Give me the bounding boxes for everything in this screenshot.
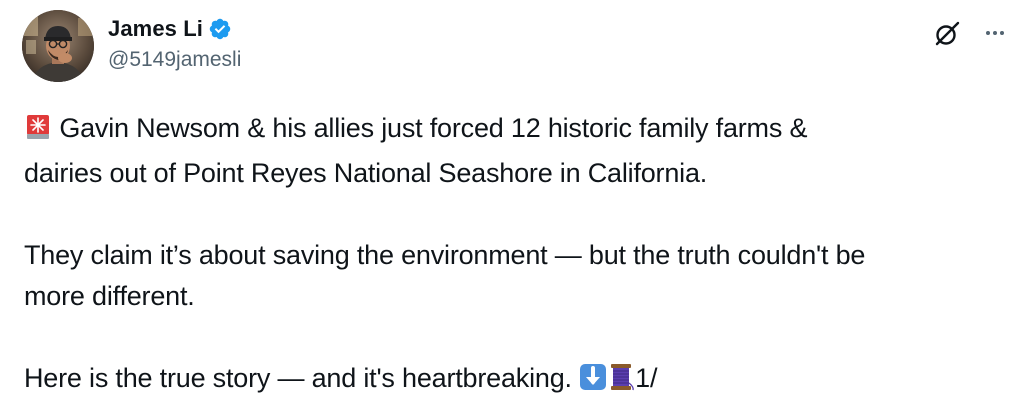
avatar[interactable] [22, 10, 94, 82]
display-name[interactable]: James Li [108, 16, 203, 42]
tweet-text: Gavin Newsom & his allies just forced 12… [24, 108, 1014, 403]
tweet-paragraph-2: They claim it’s about saving the environ… [24, 240, 866, 311]
author-handle[interactable]: @5149jamesli [108, 48, 241, 72]
tweet-paragraph-3-suffix: 1/ [635, 363, 658, 393]
tweet-paragraph-1-text: Gavin Newsom & his allies just forced 12… [24, 113, 808, 188]
tweet-paragraph-3: Here is the true story — and it's heartb… [24, 358, 1014, 403]
grok-icon[interactable] [932, 19, 962, 49]
author-names: James Li @5149jamesli [108, 14, 241, 72]
tweet: James Li @5149jamesli Gavin Newsom & his… [0, 0, 1024, 404]
thread-spool-emoji [607, 362, 635, 403]
name-row: James Li [108, 14, 241, 44]
tweet-header: James Li @5149jamesli [22, 10, 241, 82]
down-arrow-emoji [579, 362, 607, 403]
avatar-image [22, 10, 94, 82]
tweet-paragraph-1: Gavin Newsom & his allies just forced 12… [24, 108, 1014, 194]
tweet-paragraph-3-text: Here is the true story — and it's heartb… [24, 363, 572, 393]
more-options-icon[interactable] [983, 21, 1007, 45]
verified-badge-icon [208, 17, 232, 41]
rotating-light-emoji [24, 112, 52, 153]
